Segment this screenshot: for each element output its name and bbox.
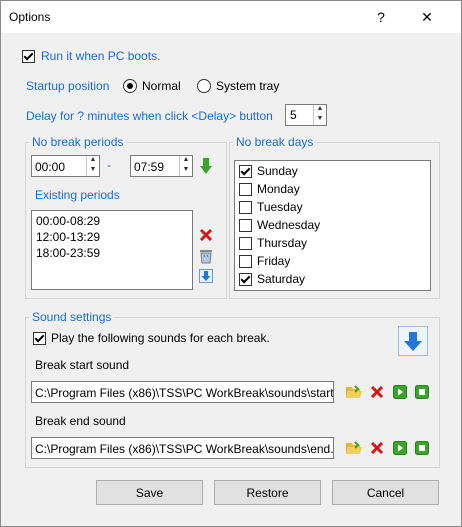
play-sounds-checkbox[interactable]	[33, 332, 46, 345]
spin-up-icon[interactable]: ▲	[87, 156, 99, 166]
existing-periods-label: Existing periods	[35, 188, 120, 202]
break-end-sound-path: C:\Program Files (x86)\TSS\PC WorkBreak\…	[35, 442, 334, 456]
delete-sound-icon[interactable]	[369, 440, 385, 456]
run-on-boot-label[interactable]: Run it when PC boots.	[41, 49, 160, 63]
no-break-days-title: No break days	[233, 135, 317, 149]
break-start-sound-path: C:\Program Files (x86)\TSS\PC WorkBreak\…	[35, 386, 334, 400]
day-label[interactable]: Tuesday	[257, 200, 303, 214]
options-dialog: Options ? ✕ Run it when PC boots. Startu…	[0, 0, 462, 527]
day-label[interactable]: Thursday	[257, 236, 307, 250]
open-folder-icon[interactable]	[346, 384, 362, 400]
cancel-button-label: Cancel	[366, 485, 405, 500]
day-label[interactable]: Monday	[257, 182, 300, 196]
day-label[interactable]: Wednesday	[257, 218, 320, 232]
period-to-input[interactable]: 07:59 ▲ ▼	[130, 155, 193, 177]
sound-download-icon[interactable]	[398, 326, 428, 356]
list-item[interactable]: 18:00-23:59	[36, 246, 100, 260]
list-item[interactable]: 12:00-13:29	[36, 230, 100, 244]
day-label[interactable]: Sunday	[257, 164, 298, 178]
break-start-sound-label: Break start sound	[35, 358, 130, 372]
spin-down-icon[interactable]: ▼	[314, 115, 326, 125]
delay-minutes-stepper[interactable]: 5 ▲ ▼	[285, 104, 327, 126]
day-checkbox[interactable]	[239, 201, 252, 214]
stop-icon[interactable]	[414, 384, 430, 400]
spin-up-icon[interactable]: ▲	[180, 156, 192, 166]
startup-tray-label[interactable]: System tray	[216, 79, 279, 93]
no-break-periods-title: No break periods	[29, 135, 127, 149]
close-button[interactable]: ✕	[409, 1, 445, 33]
break-start-sound-input[interactable]: C:\Program Files (x86)\TSS\PC WorkBreak\…	[31, 381, 334, 403]
delete-period-icon[interactable]	[198, 227, 214, 243]
period-from-input[interactable]: 00:00 ▲ ▼	[31, 155, 100, 177]
move-down-icon[interactable]	[198, 268, 214, 284]
break-end-sound-input[interactable]: C:\Program Files (x86)\TSS\PC WorkBreak\…	[31, 437, 334, 459]
day-label[interactable]: Friday	[257, 254, 290, 268]
delay-spin[interactable]: ▲ ▼	[313, 105, 326, 125]
day-checkbox[interactable]	[239, 183, 252, 196]
save-button-label: Save	[135, 485, 164, 500]
period-to-value: 07:59	[134, 160, 165, 174]
startup-tray-radio[interactable]	[197, 79, 211, 93]
delay-value: 5	[290, 108, 297, 122]
existing-periods-list[interactable]: 00:00-08:29 12:00-13:29 18:00-23:59	[31, 210, 193, 290]
stop-icon[interactable]	[414, 440, 430, 456]
restore-button[interactable]: Restore	[214, 480, 321, 505]
break-end-sound-label: Break end sound	[35, 414, 126, 428]
day-checkbox[interactable]	[239, 255, 252, 268]
startup-position-label: Startup position	[26, 79, 110, 93]
day-checkbox[interactable]	[239, 219, 252, 232]
play-icon[interactable]	[392, 384, 408, 400]
list-item[interactable]: 00:00-08:29	[36, 214, 100, 228]
run-on-boot-checkbox[interactable]	[22, 50, 35, 63]
day-label[interactable]: Saturday	[257, 272, 305, 286]
sound-settings-title: Sound settings	[29, 310, 115, 324]
spin-down-icon[interactable]: ▼	[87, 166, 99, 176]
spin-down-icon[interactable]: ▼	[180, 166, 192, 176]
spin-up-icon[interactable]: ▲	[314, 105, 326, 115]
day-checkbox[interactable]	[239, 237, 252, 250]
cancel-button[interactable]: Cancel	[332, 480, 439, 505]
play-icon[interactable]	[392, 440, 408, 456]
delay-label: Delay for ? minutes when click <Delay> b…	[26, 109, 273, 123]
startup-normal-radio[interactable]	[123, 79, 137, 93]
title-bar: Options ? ✕	[1, 1, 461, 33]
period-from-value: 00:00	[35, 160, 66, 174]
recycle-bin-icon[interactable]	[198, 247, 214, 264]
add-period-down-arrow-icon[interactable]	[199, 157, 213, 175]
save-button[interactable]: Save	[96, 480, 203, 505]
day-checkbox[interactable]	[239, 165, 252, 178]
open-folder-icon[interactable]	[346, 440, 362, 456]
period-separator: -	[107, 158, 111, 172]
play-sounds-label[interactable]: Play the following sounds for each break…	[51, 331, 270, 345]
startup-normal-label[interactable]: Normal	[142, 79, 181, 93]
restore-button-label: Restore	[246, 485, 289, 500]
day-checkbox[interactable]	[239, 273, 252, 286]
help-button[interactable]: ?	[363, 1, 399, 33]
delete-sound-icon[interactable]	[369, 384, 385, 400]
no-break-days-list: Sunday Monday Tuesday Wednesday Thursday…	[234, 160, 431, 291]
window-title: Options	[9, 10, 51, 24]
